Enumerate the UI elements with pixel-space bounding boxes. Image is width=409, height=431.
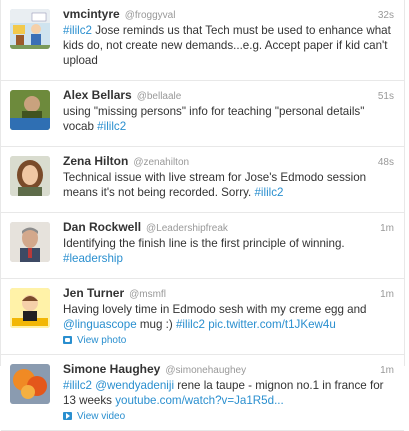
tweet-text-segment: Jose reminds us that Tech must be used t…	[63, 24, 391, 67]
tweet-link[interactable]: #ililc2	[176, 318, 205, 331]
tweet-bottom-spacer	[63, 423, 394, 430]
tweet-timeline: vmcintyre @froggyval 32s #ililc2 Jose remin…	[0, 0, 405, 431]
tweet-bottom-spacer	[63, 347, 394, 354]
media-link-label: View photo	[77, 334, 127, 346]
author-name[interactable]: Zena Hilton	[63, 154, 128, 168]
tweet-timestamp[interactable]: 51s	[378, 91, 394, 102]
tweet-item: Simone Haughey @simonehaughey 1m #ililc2 @w…	[1, 355, 404, 431]
tweet-bottom-spacer	[63, 134, 394, 146]
view-photo-link[interactable]: View photo	[63, 333, 394, 347]
tweet-item: Alex Bellars @bellaale 51s using "missing p…	[1, 81, 404, 147]
tweet-text-segment: Having lovely time in Edmodo sesh with m…	[63, 303, 367, 316]
author-name[interactable]: Alex Bellars	[63, 88, 132, 102]
author-name[interactable]: Jen Turner	[63, 286, 124, 300]
orange-photo-avatar[interactable]	[10, 364, 50, 404]
woman-photo-avatar[interactable]	[10, 156, 50, 196]
tweet-header: Simone Haughey @simonehaughey 1m	[63, 362, 394, 377]
tweet-text-segment: Technical issue with live stream for Jos…	[63, 171, 367, 199]
tweet-timestamp[interactable]: 1m	[380, 365, 394, 376]
tweet-text: #ililc2 @wendyadeniji rene la taupe - mi…	[63, 378, 394, 408]
author-handle[interactable]: @bellaale	[137, 91, 182, 102]
cartoon-yellow-avatar[interactable]	[10, 288, 50, 328]
tweet-link[interactable]: youtube.com/watch?v=Ja1R5d...	[115, 394, 284, 407]
tweet-link[interactable]: pic.twitter.com/t1JKew4u	[208, 318, 336, 331]
photo-icon	[63, 336, 72, 344]
man-photo-avatar[interactable]	[10, 222, 50, 262]
tweet-header: vmcintyre @froggyval 32s	[63, 7, 394, 22]
isleep-avatar[interactable]	[10, 90, 50, 130]
tweet-item: Zena Hilton @zenahilton 48s Technical issue…	[1, 147, 404, 213]
tweet-link[interactable]: #ililc2	[63, 24, 92, 37]
tweet-link[interactable]: #ililc2	[254, 186, 283, 199]
media-link-label: View video	[77, 410, 126, 422]
tweet-header: Zena Hilton @zenahilton 48s	[63, 154, 394, 169]
tweet-bottom-spacer	[63, 266, 394, 278]
cartoon-classroom-avatar[interactable]	[10, 9, 50, 49]
author-name[interactable]: Dan Rockwell	[63, 220, 141, 234]
tweet-timestamp[interactable]: 1m	[380, 223, 394, 234]
tweet-link[interactable]: @linguascope	[63, 318, 137, 331]
tweet-link[interactable]: #ililc2	[63, 379, 92, 392]
tweet-timestamp[interactable]: 48s	[378, 157, 394, 168]
author-handle[interactable]: @froggyval	[125, 10, 176, 21]
tweet-text: Identifying the finish line is the first…	[63, 236, 394, 266]
tweet-text: #ililc2 Jose reminds us that Tech must b…	[63, 23, 394, 68]
author-handle[interactable]: @Leadershipfreak	[146, 223, 228, 234]
tweet-item: vmcintyre @froggyval 32s #ililc2 Jose remin…	[1, 0, 404, 81]
tweet-header: Dan Rockwell @Leadershipfreak 1m	[63, 220, 394, 235]
tweet-text: Technical issue with live stream for Jos…	[63, 170, 394, 200]
author-handle[interactable]: @msmfl	[129, 289, 166, 300]
tweet-link[interactable]: #leadership	[63, 252, 123, 265]
tweet-text-segment: Identifying the finish line is the first…	[63, 237, 345, 250]
author-handle[interactable]: @zenahilton	[133, 157, 189, 168]
tweet-link[interactable]: @wendyadeniji	[95, 379, 174, 392]
tweet-header: Alex Bellars @bellaale 51s	[63, 88, 394, 103]
view-video-link[interactable]: View video	[63, 409, 394, 423]
tweet-text-segment: mug :)	[136, 318, 176, 331]
author-name[interactable]: vmcintyre	[63, 7, 120, 21]
author-handle[interactable]: @simonehaughey	[165, 365, 246, 376]
tweet-link[interactable]: #ililc2	[97, 120, 126, 133]
tweet-bottom-spacer	[63, 68, 394, 80]
tweet-text: using "missing persons" info for teachin…	[63, 104, 394, 134]
tweet-bottom-spacer	[63, 200, 394, 212]
tweet-item: Dan Rockwell @Leadershipfreak 1m Identifyin…	[1, 213, 404, 279]
tweet-text: Having lovely time in Edmodo sesh with m…	[63, 302, 394, 332]
video-icon	[63, 412, 72, 420]
author-name[interactable]: Simone Haughey	[63, 362, 160, 376]
tweet-timestamp[interactable]: 32s	[378, 10, 394, 21]
tweet-timestamp[interactable]: 1m	[380, 289, 394, 300]
tweet-header: Jen Turner @msmfl 1m	[63, 286, 394, 301]
tweet-item: Jen Turner @msmfl 1m Having lovely time in …	[1, 279, 404, 355]
